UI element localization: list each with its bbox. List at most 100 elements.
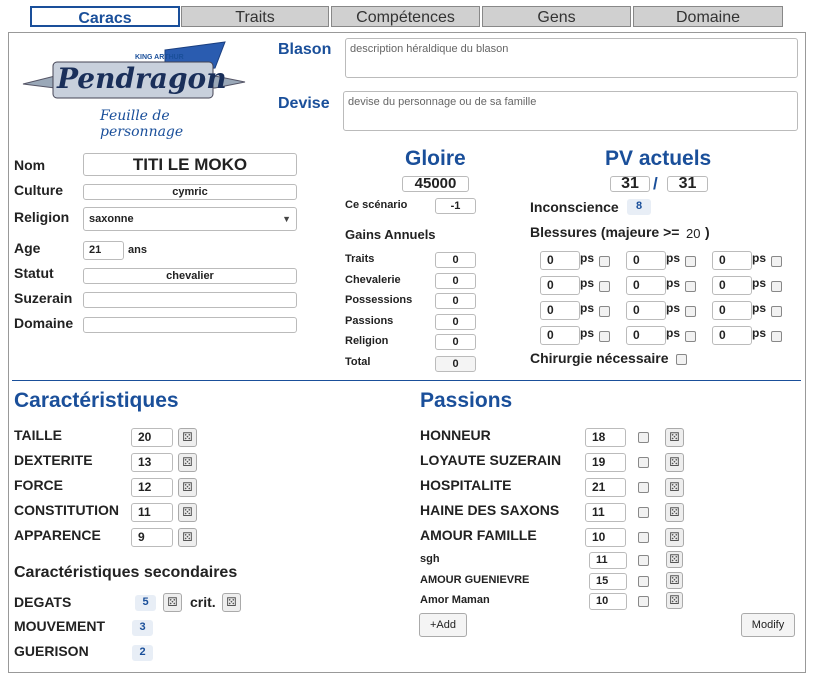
passion-input[interactable]: 10 xyxy=(585,528,626,547)
gain-input[interactable]: 0 xyxy=(435,272,476,289)
dice-icon[interactable]: ⚄ xyxy=(665,428,684,447)
dice-icon[interactable]: ⚄ xyxy=(178,528,197,547)
passion-input[interactable]: 21 xyxy=(585,478,626,497)
degats-label: DEGATS xyxy=(14,594,72,610)
dice-icon[interactable]: ⚄ xyxy=(665,503,684,522)
carac-input[interactable]: 9 xyxy=(131,528,173,547)
passion-checkbox[interactable] xyxy=(638,457,649,468)
carac-input[interactable]: 20 xyxy=(131,428,173,447)
domaine-input[interactable] xyxy=(83,317,297,333)
ps-label: ps xyxy=(752,276,767,290)
religion-select[interactable]: saxonne ▼ xyxy=(83,207,297,231)
tab-caracs[interactable]: Caracs xyxy=(30,6,180,27)
gain-input[interactable]: 0 xyxy=(435,334,476,350)
carac-label: FORCE xyxy=(14,477,63,493)
passion-checkbox[interactable] xyxy=(638,482,649,493)
statut-label: Statut xyxy=(14,265,54,281)
ps-label: ps xyxy=(752,301,767,315)
wound-input[interactable]: 0 xyxy=(626,251,666,270)
wound-checkbox[interactable] xyxy=(771,281,782,292)
ps-label: ps xyxy=(666,326,681,340)
inconscience-value: 8 xyxy=(627,199,651,215)
wound-checkbox[interactable] xyxy=(599,256,610,267)
wound-input[interactable]: 0 xyxy=(626,276,666,295)
dice-icon[interactable]: ⚄ xyxy=(222,593,241,612)
gloire-input[interactable]: 45000 xyxy=(402,176,469,192)
devise-field[interactable]: devise du personnage ou de sa famille xyxy=(343,91,798,131)
modify-passion-button[interactable]: Modify xyxy=(741,613,795,637)
custom-passion-checkbox[interactable] xyxy=(638,575,649,587)
carac-label: TAILLE xyxy=(14,427,62,443)
wound-checkbox[interactable] xyxy=(685,281,696,292)
wound-input[interactable]: 0 xyxy=(540,276,580,295)
nom-label: Nom xyxy=(14,157,46,173)
tab-traits[interactable]: Traits xyxy=(181,6,329,27)
passion-checkbox[interactable] xyxy=(638,507,649,518)
gain-input[interactable]: 0 xyxy=(435,313,476,330)
dice-icon[interactable]: ⚄ xyxy=(666,571,683,589)
custom-passion-checkbox[interactable] xyxy=(638,555,649,566)
wound-checkbox[interactable] xyxy=(771,256,782,267)
wound-input[interactable]: 0 xyxy=(626,326,666,345)
mouvement-value: 3 xyxy=(132,620,153,636)
wound-checkbox[interactable] xyxy=(771,331,782,342)
custom-passion-checkbox[interactable] xyxy=(638,596,649,607)
gain-input[interactable]: 0 xyxy=(435,293,476,309)
tab-competences[interactable]: Compétences xyxy=(331,6,480,27)
dice-icon[interactable]: ⚄ xyxy=(666,592,683,609)
wound-checkbox[interactable] xyxy=(599,306,610,317)
wound-input[interactable]: 0 xyxy=(712,326,752,345)
age-input[interactable]: 21 xyxy=(83,241,124,260)
total-label: Total xyxy=(345,356,371,368)
carac-input[interactable]: 11 xyxy=(131,503,173,522)
statut-input[interactable]: chevalier xyxy=(83,268,297,284)
passion-input[interactable]: 11 xyxy=(585,503,626,522)
pv-max[interactable]: 31 xyxy=(667,176,708,192)
tab-domaine[interactable]: Domaine xyxy=(633,6,783,27)
wound-input[interactable]: 0 xyxy=(712,276,752,295)
passions-title: Passions xyxy=(420,389,513,412)
wound-input[interactable]: 0 xyxy=(712,251,752,270)
add-passion-button[interactable]: +Add xyxy=(419,613,467,637)
wound-checkbox[interactable] xyxy=(685,306,696,317)
dice-icon[interactable]: ⚄ xyxy=(665,528,684,547)
passion-input[interactable]: 18 xyxy=(585,428,626,447)
scenario-input[interactable]: -1 xyxy=(435,198,476,214)
dice-icon[interactable]: ⚄ xyxy=(163,593,182,612)
pv-current[interactable]: 31 xyxy=(610,176,650,192)
chirurgie-label: Chirurgie nécessaire xyxy=(530,350,669,366)
wound-checkbox[interactable] xyxy=(685,256,696,267)
dice-icon[interactable]: ⚄ xyxy=(665,453,684,472)
custom-passion-input[interactable]: 11 xyxy=(589,552,627,569)
custom-passion-input[interactable]: 10 xyxy=(589,593,627,610)
tab-gens[interactable]: Gens xyxy=(482,6,631,27)
blason-field[interactable]: description héraldique du blason xyxy=(345,38,798,78)
wound-input[interactable]: 0 xyxy=(540,326,580,345)
carac-label: CONSTITUTION xyxy=(14,502,119,518)
dice-icon[interactable]: ⚄ xyxy=(178,428,197,447)
carac-input[interactable]: 12 xyxy=(131,478,173,497)
wound-checkbox[interactable] xyxy=(771,306,782,317)
passion-input[interactable]: 19 xyxy=(585,453,626,472)
wound-checkbox[interactable] xyxy=(685,331,696,342)
culture-input[interactable]: cymric xyxy=(83,184,297,200)
nom-input[interactable]: TITI LE MOKO xyxy=(83,153,297,176)
dice-icon[interactable]: ⚄ xyxy=(665,478,684,497)
wound-input[interactable]: 0 xyxy=(626,301,666,320)
passion-checkbox[interactable] xyxy=(638,532,649,543)
dice-icon[interactable]: ⚄ xyxy=(178,478,197,497)
passion-checkbox[interactable] xyxy=(638,432,649,443)
custom-passion-input[interactable]: 15 xyxy=(589,572,627,590)
dice-icon[interactable]: ⚄ xyxy=(666,551,683,568)
carac-input[interactable]: 13 xyxy=(131,453,173,472)
wound-input[interactable]: 0 xyxy=(540,251,580,270)
gain-input[interactable]: 0 xyxy=(435,252,476,268)
chirurgie-checkbox[interactable] xyxy=(676,354,687,365)
suzerain-input[interactable] xyxy=(83,292,297,308)
wound-input[interactable]: 0 xyxy=(540,301,580,320)
dice-icon[interactable]: ⚄ xyxy=(178,453,197,472)
dice-icon[interactable]: ⚄ xyxy=(178,503,197,522)
wound-checkbox[interactable] xyxy=(599,331,610,342)
wound-input[interactable]: 0 xyxy=(712,301,752,320)
wound-checkbox[interactable] xyxy=(599,281,610,292)
